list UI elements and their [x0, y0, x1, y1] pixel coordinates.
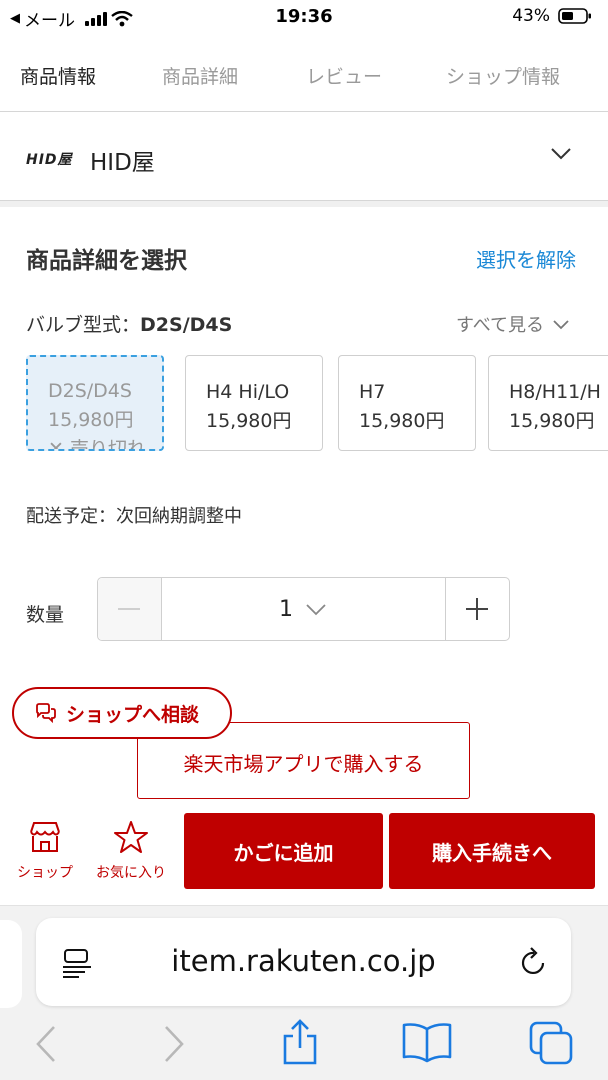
delivery-schedule: 配送予定：次回納期調整中 — [26, 506, 242, 527]
option-d2s-d4s[interactable]: D2S/D4S 15,980円 ✕ 売り切れ — [26, 355, 164, 451]
option-price: 15,980円 — [206, 410, 292, 432]
tab-product-details[interactable]: 商品詳細 — [162, 62, 238, 89]
clear-selection-link[interactable]: 選択を解除 — [476, 244, 576, 273]
option-h4[interactable]: H4 Hi/LO 15,980円 — [185, 355, 323, 451]
bulb-type-caption: バルブ型式： — [26, 314, 141, 336]
back-icon[interactable] — [30, 1024, 60, 1064]
previous-tab-preview[interactable] — [0, 920, 22, 1008]
consult-label: ショップへ相談 — [66, 703, 200, 726]
chevron-down-icon[interactable] — [550, 147, 572, 161]
see-all-button[interactable]: すべて見る — [456, 311, 570, 337]
chat-bubble-icon — [36, 703, 56, 724]
chevron-down-icon — [553, 319, 569, 329]
battery-icon — [558, 8, 591, 24]
address-bar[interactable]: item.rakuten.co.jp — [36, 918, 571, 1006]
browser-toolbar: item.rakuten.co.jp — [0, 905, 608, 1080]
favorite-action[interactable]: お気に入り — [91, 820, 171, 882]
reload-icon[interactable] — [519, 946, 549, 978]
decrement-button[interactable] — [98, 578, 162, 640]
option-name: D2S/D4S — [48, 380, 132, 402]
tab-reviews[interactable]: レビュー — [306, 62, 382, 89]
tab-product-info[interactable]: 商品情報 — [20, 62, 96, 89]
sold-out-status: ✕ 売り切れ — [48, 438, 146, 451]
see-all-label: すべて見る — [456, 315, 545, 336]
tabs-icon[interactable] — [527, 1020, 575, 1066]
option-h8-h11[interactable]: H8/H11/H 15,980円 — [488, 355, 608, 451]
shop-action[interactable]: ショップ — [5, 820, 85, 882]
shop-name[interactable]: HID屋 — [90, 143, 155, 177]
option-name: H8/H11/H — [509, 381, 601, 403]
option-price: 15,980円 — [509, 410, 595, 432]
checkout-button[interactable]: 購入手続きへ — [389, 813, 595, 889]
share-icon[interactable] — [280, 1018, 320, 1066]
product-tabs: 商品情報 商品詳細 レビュー ショップ情報 — [0, 40, 608, 112]
status-bar: ◀ メール 19:36 43% — [0, 0, 608, 36]
selection-title: 商品詳細を選択 — [26, 248, 187, 274]
battery-percent: 43% — [512, 6, 550, 26]
bookmarks-icon[interactable] — [401, 1021, 453, 1063]
add-to-cart-button[interactable]: かごに追加 — [184, 813, 383, 889]
bulb-type-value: D2S/D4S — [140, 314, 233, 336]
shop-logo: HID屋 — [26, 152, 73, 168]
tab-shop-info[interactable]: ショップ情報 — [446, 62, 560, 89]
section-divider — [0, 201, 608, 207]
forward-icon[interactable] — [160, 1024, 190, 1064]
bulb-type-label: バルブ型式：D2S/D4S — [26, 310, 232, 337]
star-icon — [114, 821, 148, 853]
option-name: H4 Hi/LO — [206, 381, 290, 403]
chevron-down-icon — [306, 603, 326, 615]
shop-action-label: ショップ — [17, 865, 73, 881]
quantity-label: 数量 — [26, 604, 65, 626]
quantity-stepper: 1 — [97, 577, 510, 641]
increment-button[interactable] — [445, 578, 509, 640]
shop-row[interactable]: HID屋 HID屋 — [0, 113, 608, 201]
option-price: 15,980円 — [48, 409, 134, 431]
url-text: item.rakuten.co.jp — [171, 944, 436, 978]
option-name: H7 — [359, 381, 386, 403]
status-right: 43% — [512, 6, 592, 26]
option-h7[interactable]: H7 15,980円 — [338, 355, 476, 451]
quantity-value: 1 — [279, 596, 293, 622]
option-price: 15,980円 — [359, 410, 445, 432]
favorite-action-label: お気に入り — [96, 865, 166, 881]
consult-shop-button[interactable]: ショップへ相談 — [12, 687, 232, 739]
storefront-icon — [30, 822, 60, 852]
quantity-select[interactable]: 1 — [162, 578, 444, 640]
